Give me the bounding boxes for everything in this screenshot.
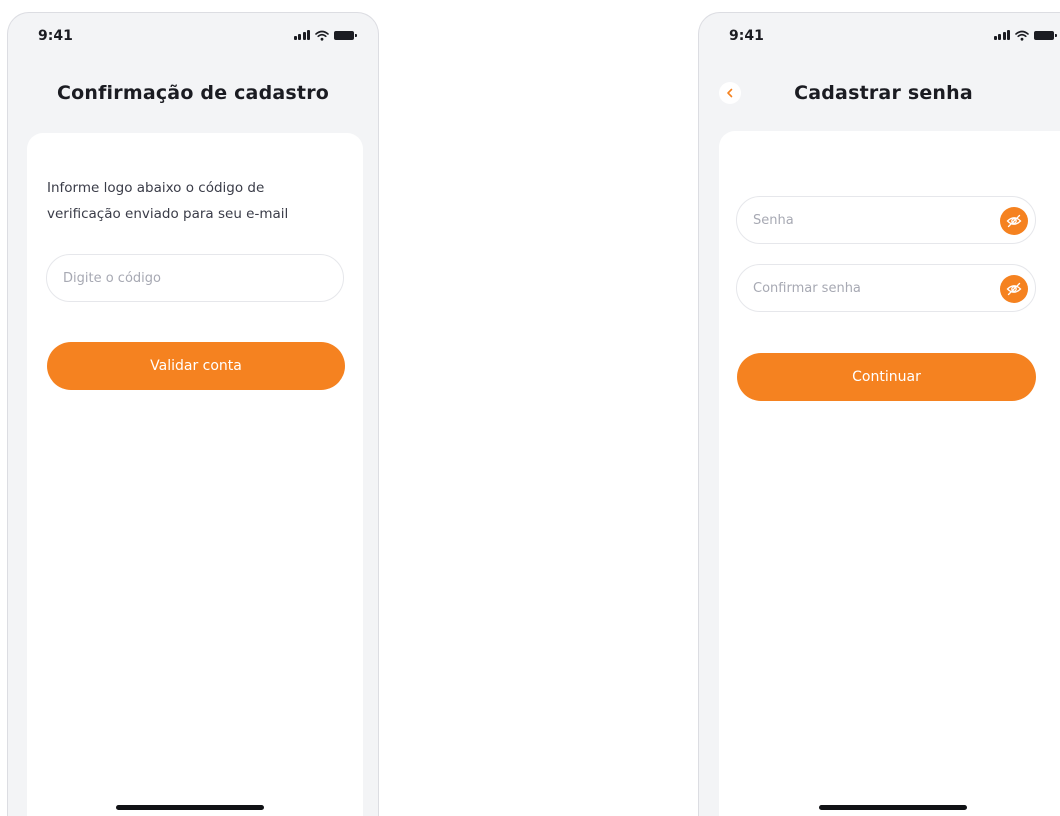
verification-code-input[interactable] (63, 270, 327, 286)
status-bar: 9:41 (699, 13, 1060, 57)
screen-header: Cadastrar senha (707, 73, 1060, 113)
confirmation-screen: 9:41 Confirmação de cadastro Informe log… (7, 12, 379, 816)
cellular-signal-icon (293, 30, 310, 40)
form-card: Continuar (719, 131, 1060, 816)
back-button[interactable] (719, 82, 741, 104)
toggle-confirm-visibility-button[interactable] (1000, 275, 1028, 303)
status-time: 9:41 (729, 28, 764, 44)
eye-off-icon (1006, 282, 1022, 296)
battery-icon (334, 30, 357, 40)
verification-code-field[interactable] (46, 254, 344, 302)
chevron-left-icon (727, 88, 733, 98)
confirm-password-input[interactable] (753, 280, 1019, 296)
eye-off-icon (1006, 214, 1022, 228)
password-field[interactable] (736, 196, 1036, 244)
screen-header: Confirmação de cadastro (8, 73, 378, 113)
cellular-signal-icon (993, 30, 1010, 40)
battery-icon (1034, 30, 1057, 40)
status-icons (993, 30, 1057, 41)
password-input[interactable] (753, 212, 1019, 228)
verification-instruction: Informe logo abaixo o código de verifica… (47, 180, 289, 222)
status-time: 9:41 (38, 28, 73, 44)
validate-account-button[interactable]: Validar conta (47, 342, 345, 390)
wifi-icon (1015, 30, 1029, 41)
page-title: Confirmação de cadastro (56, 82, 330, 104)
continue-button[interactable]: Continuar (737, 353, 1036, 401)
home-indicator (819, 805, 967, 810)
page-title: Cadastrar senha (794, 82, 973, 104)
toggle-password-visibility-button[interactable] (1000, 207, 1028, 235)
status-icons (293, 30, 357, 41)
home-indicator (116, 805, 264, 810)
form-card: Informe logo abaixo o código de verifica… (27, 133, 363, 816)
status-bar: 9:41 (8, 13, 378, 57)
password-screen: 9:41 Cadastrar senha Continuar (698, 12, 1060, 816)
wifi-icon (315, 30, 329, 41)
confirm-password-field[interactable] (736, 264, 1036, 312)
